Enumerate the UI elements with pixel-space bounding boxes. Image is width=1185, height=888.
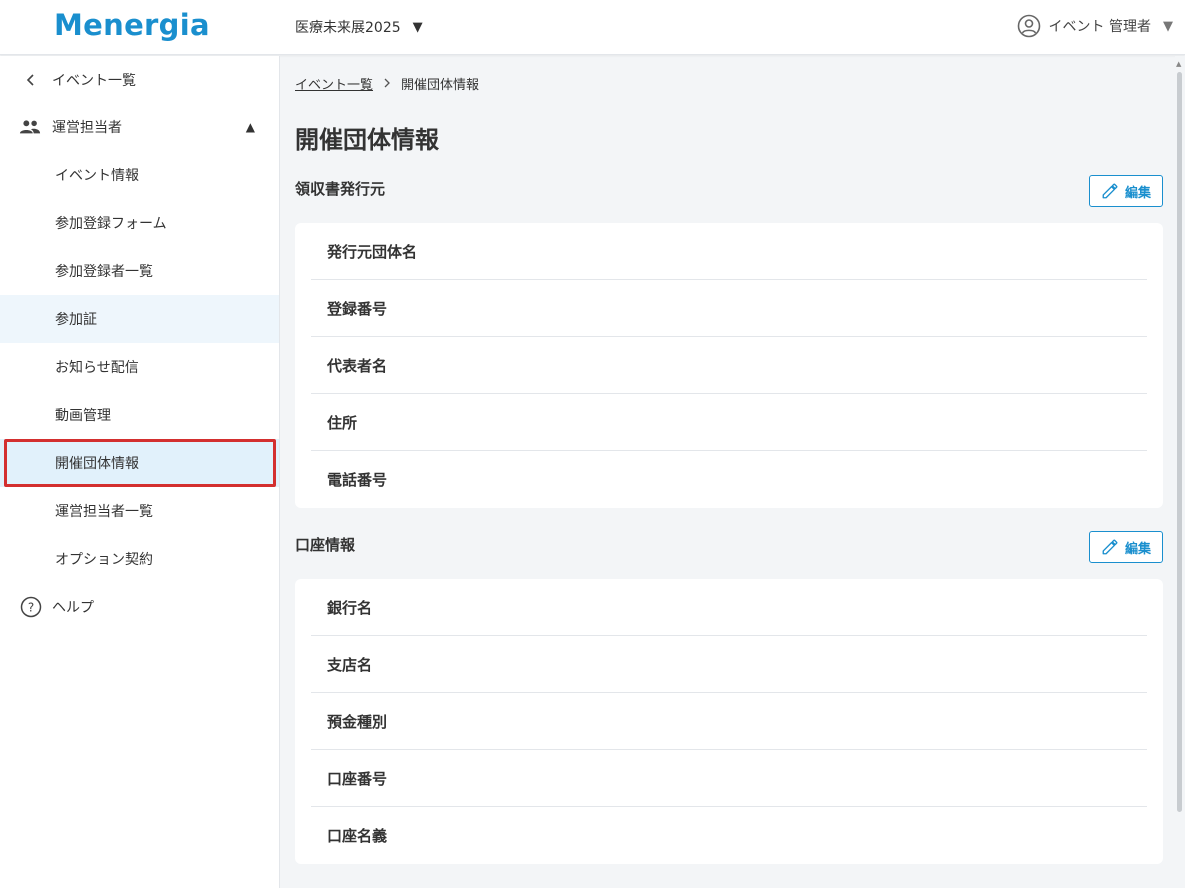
main-content: イベント一覧 開催団体情報 開催団体情報 領収書発行元 編集 発行元団体名 登録…: [281, 56, 1175, 888]
sidebar-item-organizer-info[interactable]: 開催団体情報: [0, 439, 279, 487]
edit-bank-account-button[interactable]: 編集: [1089, 531, 1163, 563]
list-item: 電話番号: [311, 451, 1147, 508]
vertical-scrollbar[interactable]: ▲: [1175, 56, 1185, 888]
chevron-left-icon: [20, 69, 42, 91]
user-name: イベント 管理者: [1048, 19, 1151, 35]
user-menu[interactable]: イベント 管理者 ▼: [1017, 14, 1173, 38]
field-label: 銀行名: [327, 598, 373, 617]
list-item: 口座番号: [311, 750, 1147, 807]
sidebar-item-label: 動画管理: [55, 408, 111, 424]
sidebar-item-options[interactable]: オプション契約: [0, 535, 279, 583]
sidebar-item-video[interactable]: 動画管理: [0, 391, 279, 439]
field-label: 口座名義: [327, 827, 388, 845]
sidebar-item-label: イベント情報: [55, 168, 139, 184]
account-circle-icon: [1017, 14, 1040, 38]
sidebar-group-staff[interactable]: 運営担当者 ▲: [0, 103, 279, 151]
sidebar-back-label: イベント一覧: [52, 73, 136, 89]
field-label: 代表者名: [327, 356, 388, 375]
field-label: 預金種別: [327, 712, 388, 731]
list-item: 支店名: [311, 636, 1147, 693]
edit-receipt-issuer-button[interactable]: 編集: [1089, 175, 1163, 207]
breadcrumb-link-events[interactable]: イベント一覧: [295, 74, 373, 93]
chevron-right-icon: [383, 77, 391, 91]
field-label: 支店名: [327, 655, 373, 674]
event-selector[interactable]: 医療未来展2025 ▼: [295, 17, 423, 37]
list-item: 銀行名: [311, 579, 1147, 636]
field-label: 発行元団体名: [327, 242, 418, 261]
list-item: 登録番号: [311, 280, 1147, 337]
app-header: Menergia 医療未来展2025 ▼ イベント 管理者 ▼: [0, 0, 1185, 55]
sidebar-item-label: 運営担当者一覧: [55, 504, 153, 520]
field-label: 電話番号: [327, 471, 388, 489]
sidebar-item-registrants[interactable]: 参加登録者一覧: [0, 247, 279, 295]
list-item: 代表者名: [311, 337, 1147, 394]
pencil-icon: [1102, 539, 1118, 555]
field-label: 住所: [327, 413, 358, 432]
event-selector-label: 医療未来展2025: [295, 20, 401, 36]
caret-down-icon: ▼: [1163, 18, 1173, 34]
list-item: 発行元団体名: [311, 223, 1147, 280]
sidebar-item-label: 参加証: [55, 312, 97, 328]
people-icon: [19, 116, 41, 138]
sidebar-item-label: 参加登録者一覧: [55, 264, 153, 280]
edit-button-label: 編集: [1124, 541, 1151, 557]
scroll-up-arrow-icon[interactable]: ▲: [1176, 60, 1181, 68]
sidebar-item-badge[interactable]: 参加証: [0, 295, 279, 343]
breadcrumb: イベント一覧 開催団体情報: [295, 74, 479, 93]
sidebar-item-notifications[interactable]: お知らせ配信: [0, 343, 279, 391]
list-item: 住所: [311, 394, 1147, 451]
app-logo[interactable]: Menergia: [54, 8, 210, 42]
caret-up-icon[interactable]: ▲: [246, 120, 255, 134]
pencil-icon: [1102, 183, 1118, 199]
receipt-issuer-card: 発行元団体名 登録番号 代表者名 住所 電話番号: [295, 223, 1163, 508]
sidebar: イベント一覧 運営担当者 ▲ イベント情報 参加登録フォーム 参加登録者一覧 参…: [0, 56, 280, 888]
sidebar-item-label: お知らせ配信: [55, 360, 139, 376]
list-item: 預金種別: [311, 693, 1147, 750]
scrollbar-thumb[interactable]: [1177, 72, 1182, 812]
sidebar-item-label: オプション契約: [55, 552, 153, 568]
section-title-receipt-issuer: 領収書発行元: [295, 180, 386, 198]
field-label: 口座番号: [327, 769, 388, 788]
sidebar-item-staff-list[interactable]: 運営担当者一覧: [0, 487, 279, 535]
caret-down-icon: ▼: [412, 19, 423, 35]
svg-text:?: ?: [28, 601, 34, 615]
sidebar-group-label: 運営担当者: [52, 120, 122, 136]
edit-button-label: 編集: [1124, 185, 1151, 201]
sidebar-back-to-events[interactable]: イベント一覧: [0, 56, 279, 104]
sidebar-help-label: ヘルプ: [52, 600, 94, 616]
sidebar-help[interactable]: ? ヘルプ: [0, 583, 279, 631]
page-title: 開催団体情報: [295, 126, 439, 154]
sidebar-item-registration-form[interactable]: 参加登録フォーム: [0, 199, 279, 247]
section-title-bank-account: 口座情報: [295, 536, 356, 554]
bank-account-card: 銀行名 支店名 預金種別 口座番号 口座名義: [295, 579, 1163, 864]
sidebar-item-event-info[interactable]: イベント情報: [0, 151, 279, 199]
field-label: 登録番号: [327, 299, 388, 318]
help-circle-icon: ?: [20, 596, 42, 618]
breadcrumb-current: 開催団体情報: [401, 78, 480, 93]
sidebar-item-label: 参加登録フォーム: [55, 216, 167, 232]
list-item: 口座名義: [311, 807, 1147, 864]
sidebar-item-label: 開催団体情報: [55, 456, 139, 472]
